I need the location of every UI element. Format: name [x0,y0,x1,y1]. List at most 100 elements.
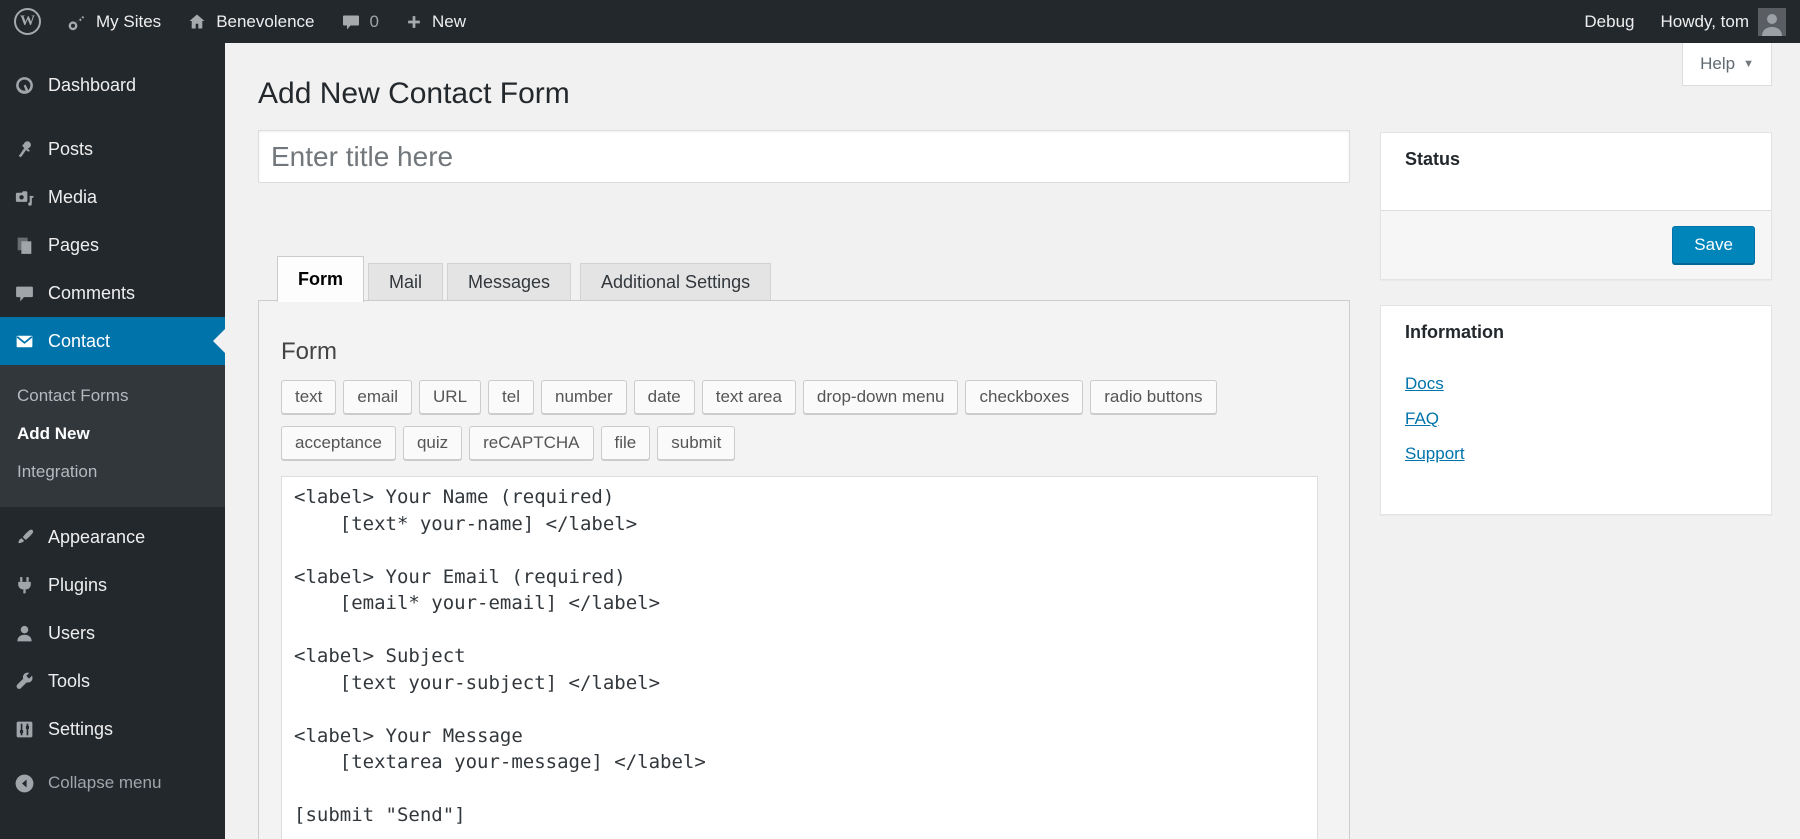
comment-bubble-icon [342,15,359,29]
page-title: Add New Contact Form [258,77,570,110]
sidebar-item-comments[interactable]: Comments [0,269,225,317]
form-template-textarea[interactable]: <label> Your Name (required) [text* your… [281,476,1318,839]
list-item: Docs [1405,373,1747,395]
information-links: Docs FAQ Support [1381,343,1771,465]
plus-icon [408,15,420,28]
collapse-menu-button[interactable]: Collapse menu [0,759,225,807]
tag-button-date[interactable]: date [633,380,695,414]
sidebar-item-users[interactable]: Users [0,609,225,657]
wrench-icon [16,672,33,689]
tag-button-recaptcha[interactable]: reCAPTCHA [469,426,594,460]
faq-link[interactable]: FAQ [1405,409,1439,428]
tab-messages[interactable]: Messages [447,263,572,302]
sidebar-item-tools[interactable]: Tools [0,657,225,705]
media-icon [15,190,34,206]
tag-button-submit[interactable]: submit [657,426,736,460]
editor-tabs: Form Mail Messages Additional Settings [258,255,1350,302]
save-button[interactable]: Save [1672,226,1755,264]
tag-button-text-area[interactable]: text area [701,380,796,414]
sidebar-item-pages[interactable]: Pages [0,221,225,269]
sidebar-item-media[interactable]: Media [0,173,225,221]
new-content-menu[interactable]: New [392,0,479,43]
home-icon [189,14,205,28]
plugin-icon [18,576,31,593]
status-box: Status Save [1380,132,1772,280]
collapse-menu-label: Collapse menu [48,773,162,792]
sidebar-item-plugins[interactable]: Plugins [0,561,225,609]
submenu-item-integration[interactable]: Integration [0,453,225,491]
tag-button-number[interactable]: number [541,380,627,414]
tag-button-tel[interactable]: tel [488,380,535,414]
chevron-down-icon: ▼ [1743,58,1754,70]
tab-label: Additional Settings [601,272,751,292]
panel-heading: Form [281,338,337,365]
sidebar-item-posts[interactable]: Posts [0,125,225,173]
submenu-item-contact-forms[interactable]: Contact Forms [0,377,225,415]
submenu-label: Contact Forms [17,386,129,405]
tag-button-text[interactable]: text [281,380,337,414]
comments-icon [16,286,33,301]
sidebar-item-label: Settings [48,718,114,739]
status-heading: Status [1405,149,1461,169]
sidebar-item-label: Appearance [48,526,146,547]
form-title-input[interactable] [258,130,1350,183]
sidebar-item-appearance[interactable]: Appearance [0,513,225,561]
tag-button-drop-down-menu[interactable]: drop-down menu [802,380,959,414]
tab-label: Form [298,269,343,289]
submenu-label: Add New [17,424,90,443]
submenu-item-add-new[interactable]: Add New [0,415,225,453]
tag-button-email[interactable]: email [343,380,413,414]
sidebar-item-label: Dashboard [48,74,137,95]
tag-button-checkboxes[interactable]: checkboxes [965,380,1084,414]
tab-mail[interactable]: Mail [368,263,444,302]
dashboard-icon [16,76,33,94]
tag-button-radio-buttons[interactable]: radio buttons [1090,380,1217,414]
comments-bubble-menu[interactable]: 0 [328,0,392,43]
docs-link[interactable]: Docs [1405,374,1444,393]
sidebar-item-dashboard[interactable]: Dashboard [0,61,225,109]
tag-button-url[interactable]: URL [419,380,482,414]
pushpin-icon [18,140,31,157]
tab-label: Mail [389,272,423,292]
sidebar-item-label: Media [48,186,98,207]
collapse-arrow-icon [15,774,34,792]
debug-menu[interactable]: Debug [1571,0,1647,43]
network-key-icon [68,15,85,30]
settings-sliders-icon [16,721,33,737]
support-link[interactable]: Support [1405,444,1465,463]
my-sites-menu[interactable]: My Sites [54,0,174,43]
my-account-menu[interactable]: Howdy, tom [1648,0,1750,43]
tag-button-quiz[interactable]: quiz [402,426,463,460]
wordpress-logo-menu[interactable]: W [0,0,54,43]
admin-bar: W My Sites Benevolence 0 New Debug Howdy… [0,0,1800,43]
tab-form[interactable]: Form [277,256,364,302]
sidebar-item-settings[interactable]: Settings [0,705,225,753]
tab-additional-settings[interactable]: Additional Settings [580,263,772,302]
help-label: Help [1700,54,1736,73]
contact-submenu: Contact Forms Add New Integration [0,365,225,507]
list-item: FAQ [1405,408,1747,430]
tag-generator-row-1: text email URL tel number date text area… [281,380,1327,414]
sidebar-item-label: Posts [48,138,94,159]
admin-sidebar: Dashboard Posts Media Pages Comments Con… [0,43,225,839]
sidebar-item-label: Comments [48,282,136,303]
tag-button-file[interactable]: file [600,426,651,460]
site-name-label: Benevolence [216,11,315,31]
submenu-label: Integration [17,462,98,481]
admin-content-area: Help ▼ Add New Contact Form Form Mail Me… [225,43,1800,839]
site-name-menu[interactable]: Benevolence [174,0,327,43]
status-actions: Save [1381,210,1771,279]
information-heading: Information [1405,322,1504,342]
help-dropdown-button[interactable]: Help ▼ [1682,43,1772,86]
sidebar-item-contact[interactable]: Contact [0,317,225,365]
sidebar-item-label: Plugins [48,574,108,595]
tag-button-acceptance[interactable]: acceptance [281,426,396,460]
wordpress-admin-screen: W My Sites Benevolence 0 New Debug Howdy… [0,0,1800,839]
wordpress-logo-icon: W [14,8,41,35]
avatar-silhouette-icon [1758,7,1786,36]
user-avatar[interactable] [1758,7,1786,36]
menu-separator [0,109,225,125]
information-box: Information Docs FAQ Support [1380,305,1772,515]
sidebar-item-label: Tools [48,670,91,691]
sidebar-item-label: Pages [48,234,100,255]
